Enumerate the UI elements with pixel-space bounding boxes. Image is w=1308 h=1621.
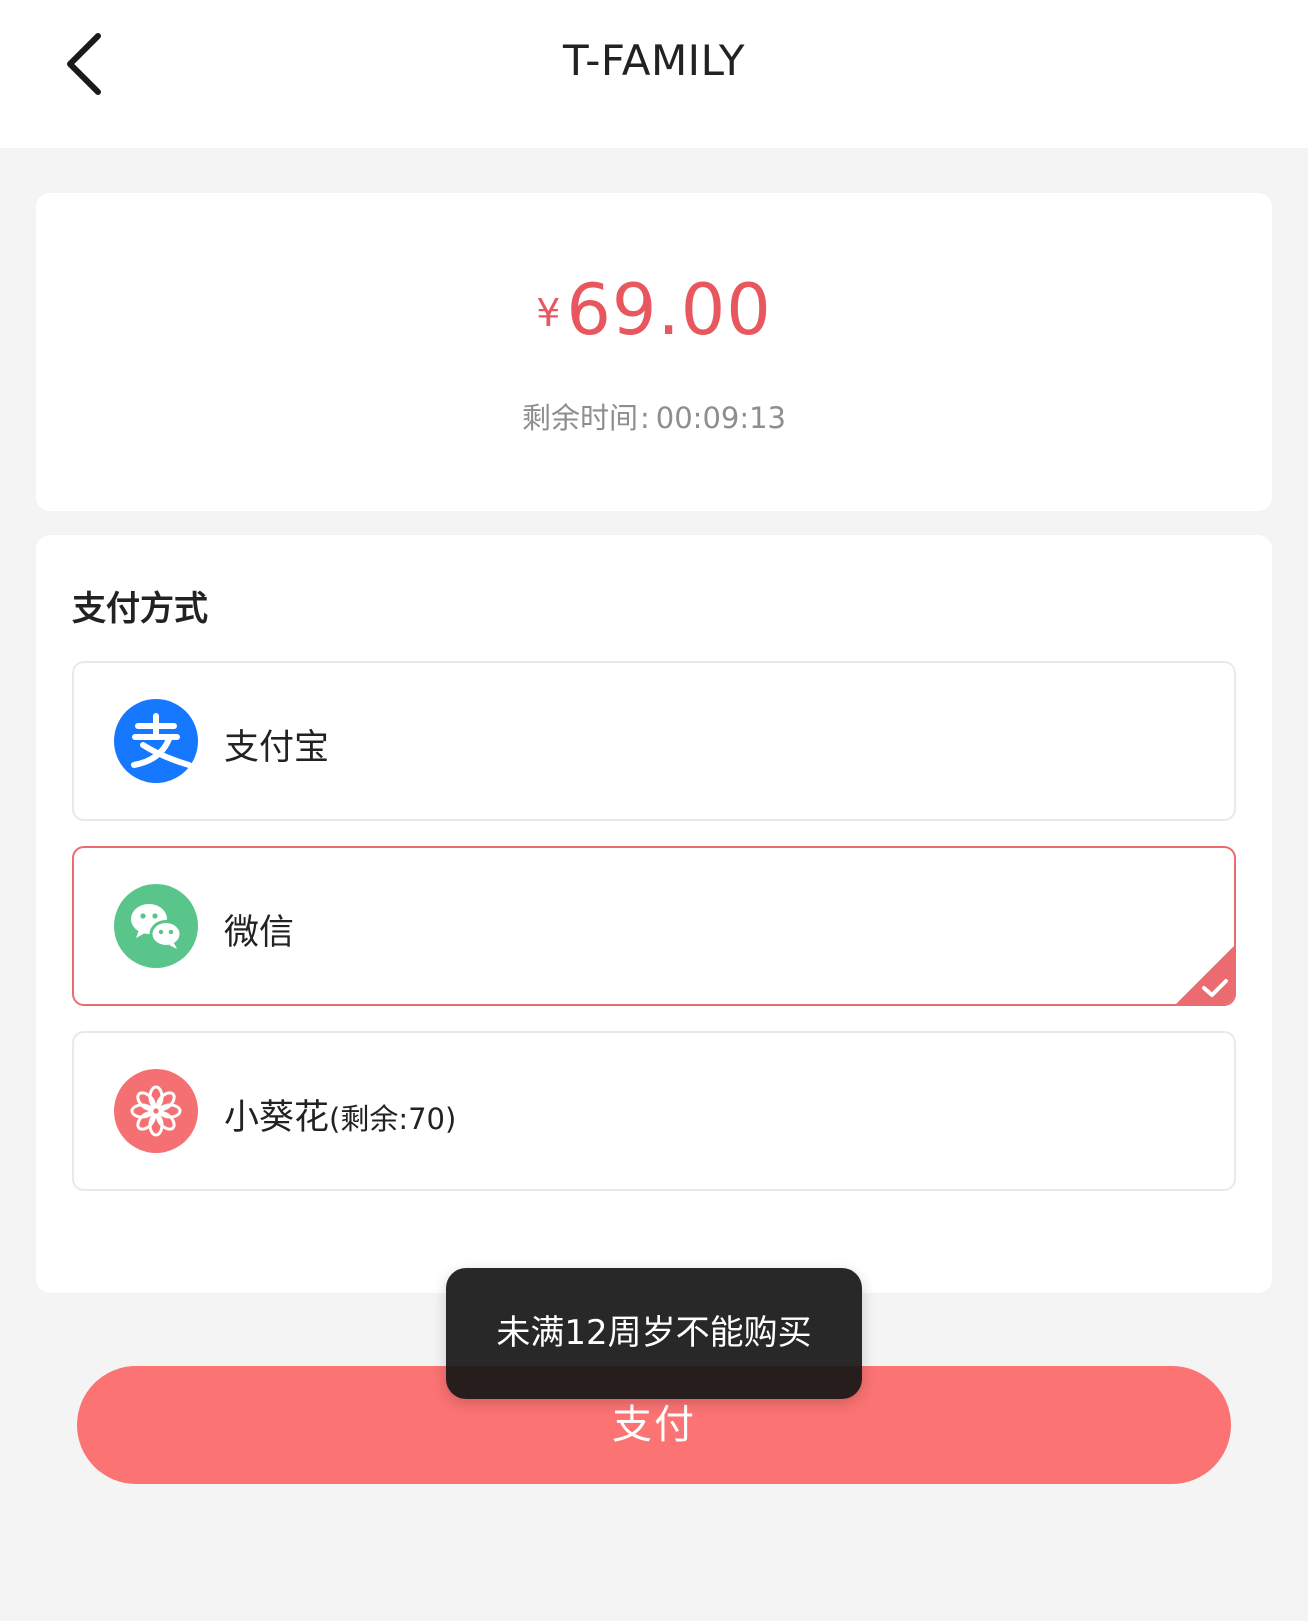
toast-message: 未满12周岁不能购买 [446, 1268, 862, 1399]
payment-option-label: 微信 [224, 913, 295, 953]
wechat-icon [114, 884, 198, 968]
payment-option-label: 支付宝 [224, 728, 330, 768]
payment-method-title: 支付方式 [72, 589, 208, 629]
payment-method-card: 支付方式 支付宝 微信 小葵花(剩余:70) [36, 535, 1272, 1293]
currency-symbol: ¥ [536, 291, 561, 335]
remaining-time: 剩余时间: 00:09:13 [36, 395, 1272, 437]
remaining-time-separator: : [639, 401, 650, 435]
remaining-time-value: 00:09:13 [655, 401, 787, 435]
order-amount: ¥69.00 [36, 269, 1272, 351]
remaining-time-label: 剩余时间 [521, 401, 638, 435]
page-title: T-FAMILY [562, 36, 746, 85]
points-remaining: (剩余:70) [329, 1102, 457, 1136]
amount-value: 69.00 [566, 269, 772, 351]
alipay-icon [114, 699, 198, 783]
flower-icon [114, 1069, 198, 1153]
top-bar: T-FAMILY [0, 0, 1308, 148]
payment-option-alipay[interactable]: 支付宝 [72, 661, 1236, 821]
payment-option-label: 小葵花(剩余:70) [224, 1098, 457, 1138]
checkmark-icon [1174, 944, 1234, 1004]
amount-card: ¥69.00 剩余时间: 00:09:13 [36, 193, 1272, 511]
payment-option-wechat[interactable]: 微信 [72, 846, 1236, 1006]
payment-option-xiaokuihua[interactable]: 小葵花(剩余:70) [72, 1031, 1236, 1191]
